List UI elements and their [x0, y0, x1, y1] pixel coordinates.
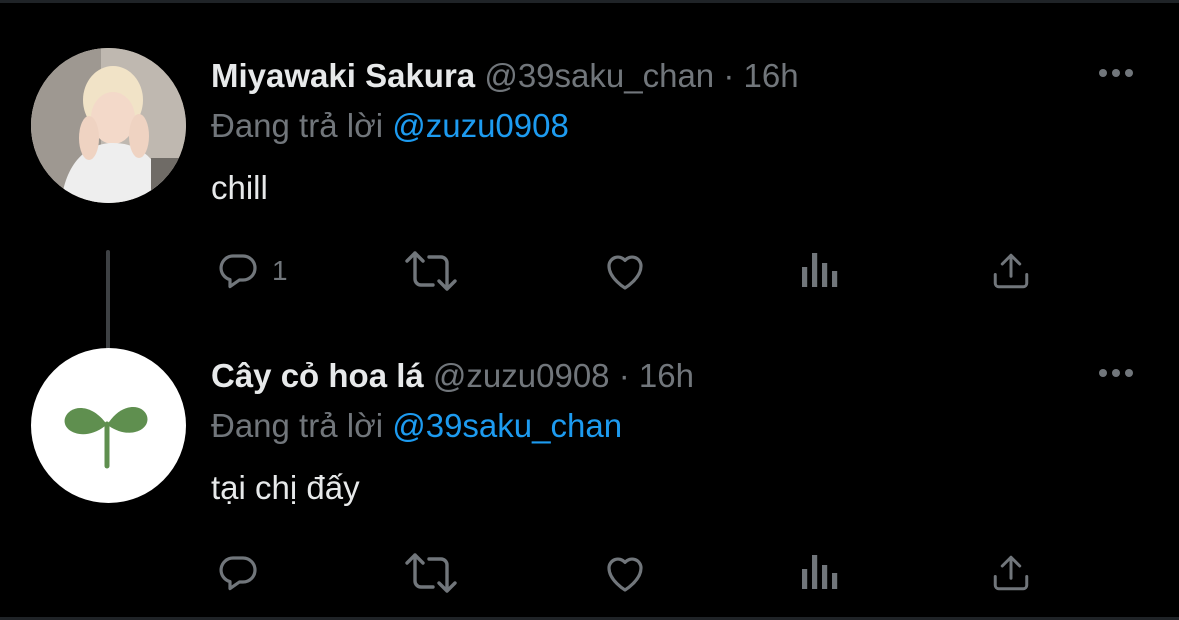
- separator-dot: ·: [723, 57, 735, 94]
- reply-count: 1: [272, 255, 288, 286]
- tweet-text: chill: [211, 169, 268, 206]
- share-button[interactable]: [990, 244, 1032, 298]
- more-icon: [1099, 369, 1133, 377]
- timeline-frame: Miyawaki Sakura @39saku_chan · 16h Đang …: [0, 0, 1179, 620]
- reply-button[interactable]: 1: [214, 244, 288, 298]
- like-button[interactable]: [600, 244, 650, 298]
- avatar[interactable]: [31, 348, 186, 503]
- views-button[interactable]: [800, 546, 840, 600]
- retweet-button[interactable]: [403, 244, 459, 298]
- user-handle[interactable]: @39saku_chan: [484, 57, 714, 94]
- tweet-header: Cây cỏ hoa lá @zuzu0908 · 16h: [211, 356, 694, 396]
- tweet-text: tại chị đấy: [211, 469, 360, 506]
- share-button[interactable]: [990, 546, 1032, 600]
- retweet-icon: [405, 251, 457, 291]
- share-icon: [993, 253, 1029, 289]
- timestamp[interactable]: 16h: [744, 57, 799, 94]
- more-options-button[interactable]: [1097, 363, 1137, 383]
- views-icon: [802, 555, 838, 589]
- retweet-button[interactable]: [403, 546, 459, 600]
- replying-to: Đang trả lời @39saku_chan: [211, 406, 622, 446]
- heart-icon: [607, 557, 643, 592]
- tweet-actions: 1: [0, 244, 1179, 304]
- sprout-icon: [64, 406, 148, 469]
- timestamp[interactable]: 16h: [639, 357, 694, 394]
- display-name[interactable]: Cây cỏ hoa lá: [211, 357, 424, 394]
- avatar[interactable]: [31, 48, 186, 203]
- heart-icon: [607, 255, 643, 290]
- more-icon: [1099, 69, 1133, 77]
- user-handle[interactable]: @zuzu0908: [433, 357, 610, 394]
- tweet-actions: [0, 546, 1179, 606]
- like-button[interactable]: [600, 546, 650, 600]
- tweet-header: Miyawaki Sakura @39saku_chan · 16h: [211, 56, 799, 96]
- display-name[interactable]: Miyawaki Sakura: [211, 57, 475, 94]
- more-options-button[interactable]: [1097, 63, 1137, 83]
- views-icon: [802, 253, 838, 287]
- separator-dot: ·: [618, 357, 630, 394]
- share-icon: [993, 555, 1029, 591]
- replying-to-label: Đang trả lời: [211, 407, 384, 444]
- reply-button[interactable]: [214, 546, 272, 600]
- reply-icon: [219, 556, 257, 591]
- replying-to-label: Đang trả lời: [211, 107, 384, 144]
- avatar-photo-icon: [31, 48, 186, 203]
- replying-to-mention[interactable]: @zuzu0908: [392, 107, 569, 144]
- views-button[interactable]: [800, 244, 840, 298]
- replying-to-mention[interactable]: @39saku_chan: [392, 407, 622, 444]
- replying-to: Đang trả lời @zuzu0908: [211, 106, 569, 146]
- reply-icon: [219, 254, 257, 289]
- retweet-icon: [405, 553, 457, 593]
